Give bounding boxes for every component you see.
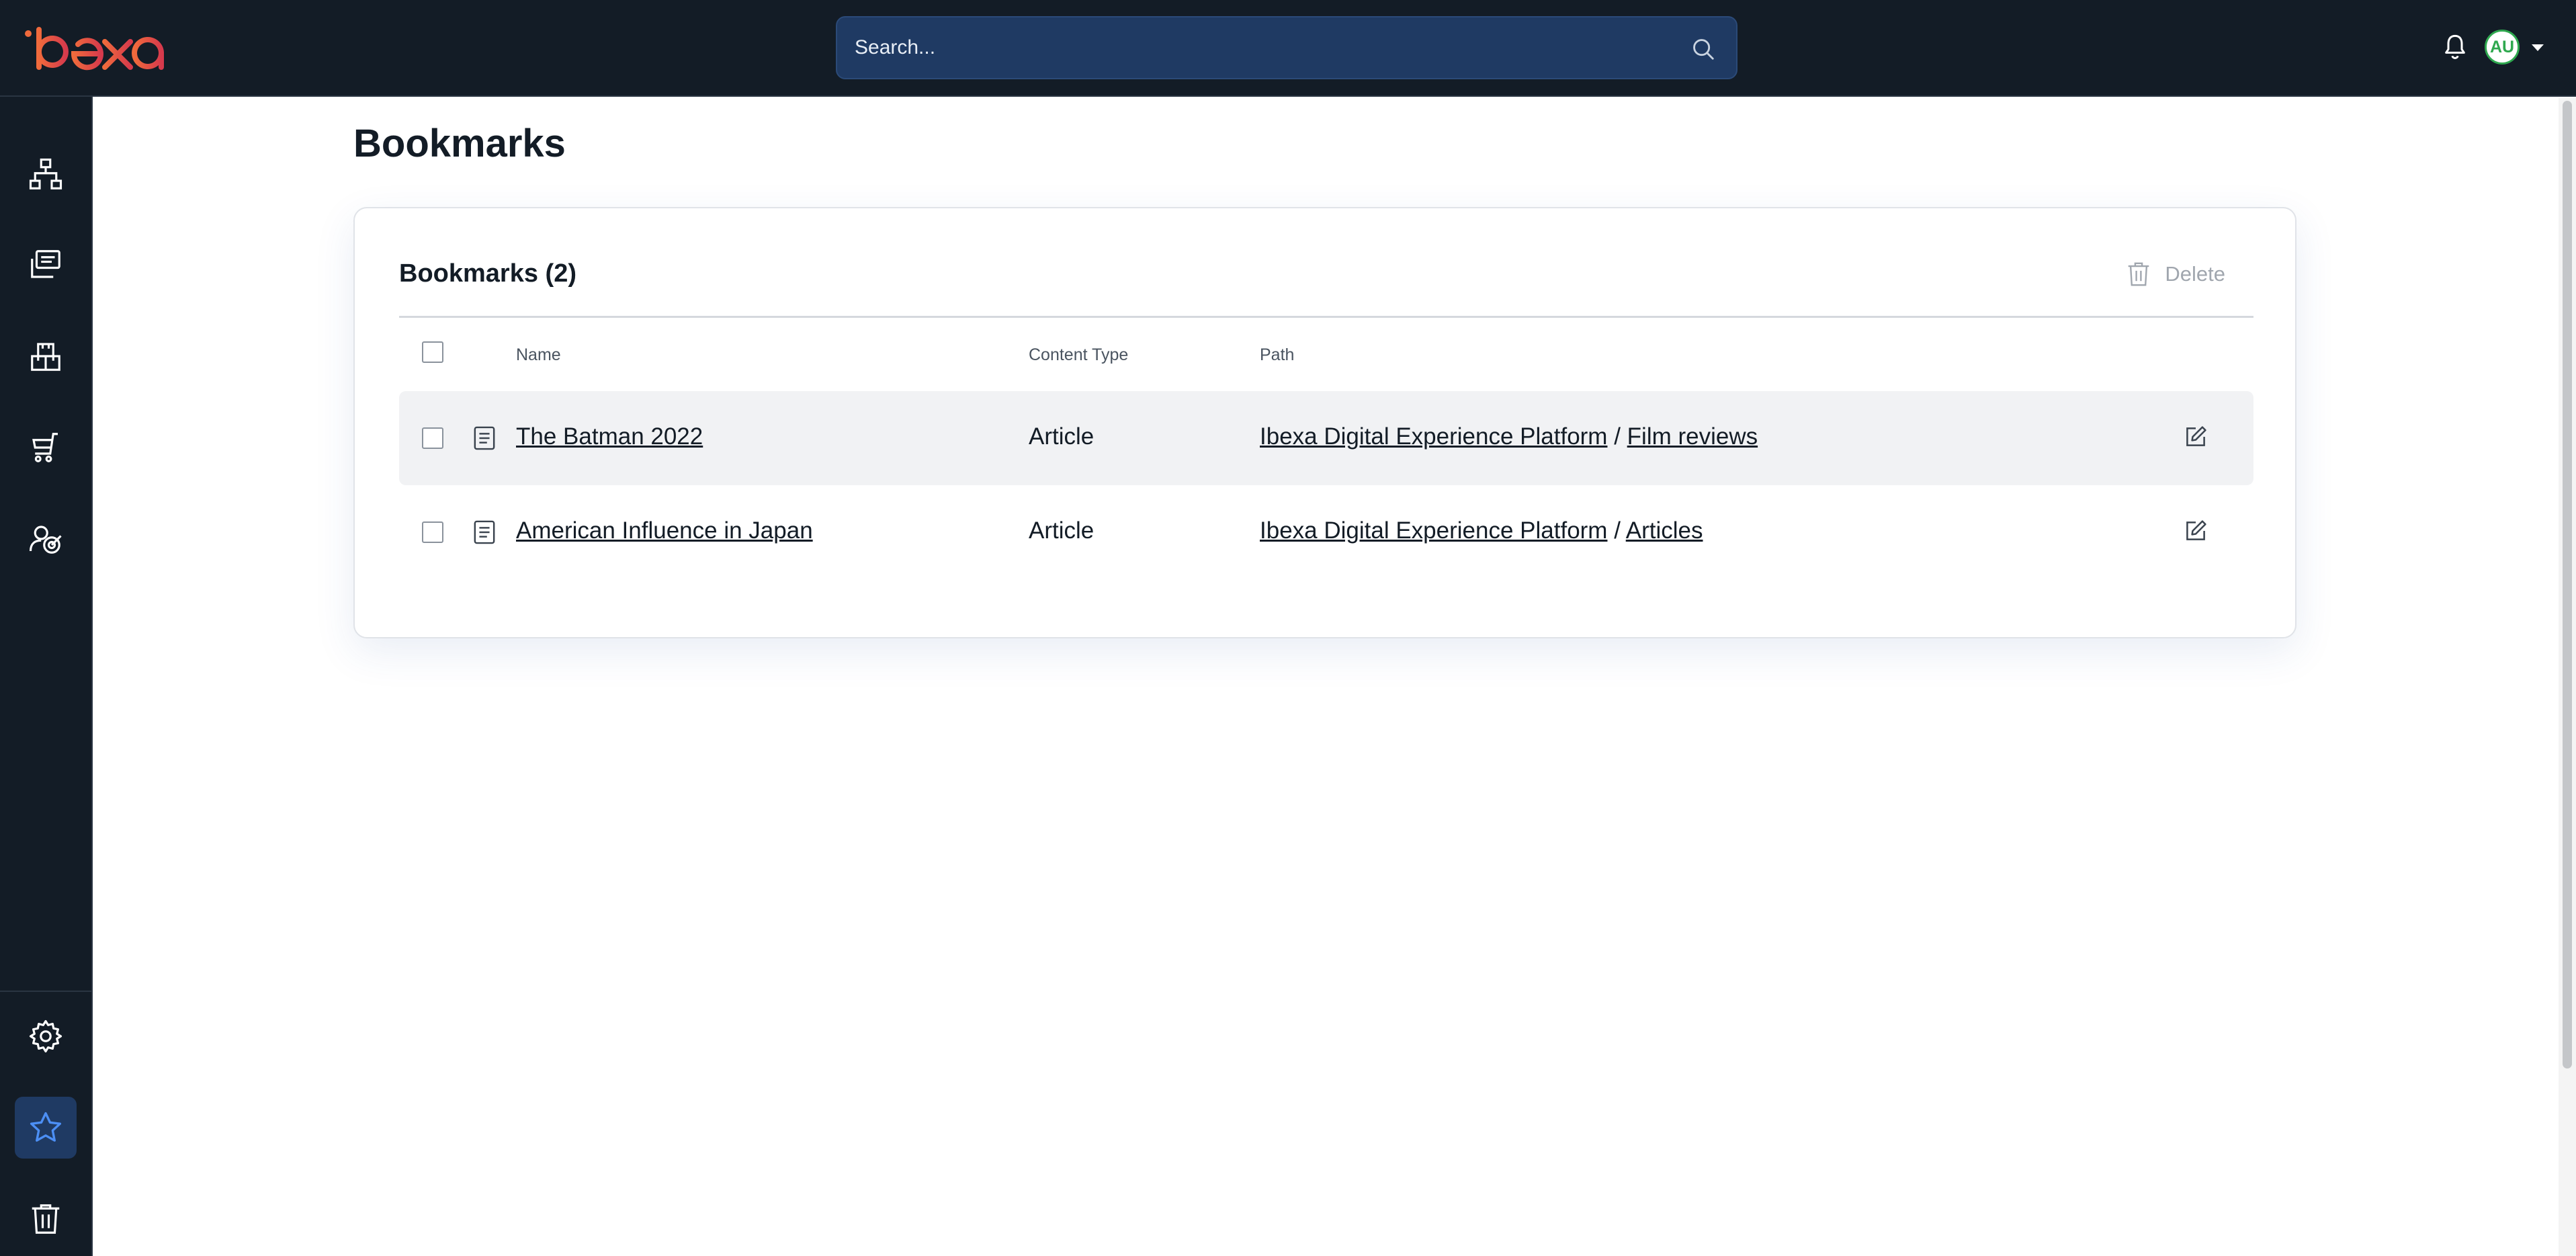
article-icon bbox=[474, 426, 495, 450]
content-tree-icon bbox=[29, 158, 62, 190]
column-header-path[interactable]: Path bbox=[1260, 345, 1294, 365]
gear-icon bbox=[29, 1019, 62, 1053]
sidebar-divider bbox=[0, 991, 91, 992]
path-cell: Ibexa Digital Experience Platform / Arti… bbox=[1260, 517, 1703, 544]
bookmarks-card-title: Bookmarks (2) bbox=[399, 259, 576, 288]
path-separator: / bbox=[1614, 423, 1621, 450]
sidebar-item-content[interactable] bbox=[15, 234, 77, 296]
chevron-down-icon[interactable] bbox=[2532, 44, 2544, 51]
delete-button[interactable]: Delete bbox=[2127, 257, 2225, 292]
sidebar bbox=[0, 97, 93, 1256]
bell-icon[interactable] bbox=[2442, 32, 2468, 62]
sidebar-item-personalization[interactable] bbox=[15, 508, 77, 570]
delete-button-label: Delete bbox=[2165, 262, 2225, 286]
column-header-name[interactable]: Name bbox=[516, 345, 561, 365]
sidebar-item-trash[interactable] bbox=[15, 1188, 77, 1250]
row-checkbox[interactable] bbox=[422, 521, 443, 543]
bookmark-name-link[interactable]: The Batman 2022 bbox=[516, 423, 703, 450]
path-link[interactable]: Ibexa Digital Experience Platform bbox=[1260, 517, 1607, 544]
trash-icon bbox=[2129, 262, 2149, 286]
edit-icon[interactable] bbox=[2184, 519, 2208, 543]
search-icon[interactable] bbox=[1690, 36, 1716, 62]
content-icon bbox=[31, 250, 60, 278]
select-all-checkbox[interactable] bbox=[422, 341, 443, 363]
sidebar-item-bookmarks[interactable] bbox=[15, 1097, 77, 1159]
sidebar-item-product-catalog[interactable] bbox=[15, 325, 77, 387]
target-icon bbox=[29, 526, 62, 554]
path-link[interactable]: Ibexa Digital Experience Platform bbox=[1260, 423, 1607, 450]
trash-icon bbox=[32, 1204, 60, 1234]
content-type-cell: Article bbox=[1029, 517, 1094, 544]
path-cell: Ibexa Digital Experience Platform / Film… bbox=[1260, 423, 1758, 450]
search-bar[interactable] bbox=[836, 16, 1737, 79]
ibexa-logo[interactable] bbox=[23, 24, 181, 73]
path-link[interactable]: Film reviews bbox=[1627, 423, 1758, 450]
path-separator: / bbox=[1614, 517, 1621, 544]
sidebar-item-content-structure[interactable] bbox=[15, 144, 77, 206]
card-divider bbox=[399, 316, 2253, 318]
table-row[interactable]: American Influence in Japan Article Ibex… bbox=[399, 485, 2253, 579]
user-avatar[interactable]: AU bbox=[2485, 30, 2520, 65]
sidebar-item-admin[interactable] bbox=[15, 1005, 77, 1067]
scrollbar-thumb[interactable] bbox=[2563, 101, 2572, 1069]
page-title: Bookmarks bbox=[353, 122, 566, 165]
bookmarks-card: Bookmarks (2) Delete Name Content Type P… bbox=[353, 207, 2296, 638]
table-row[interactable]: The Batman 2022 Article Ibexa Digital Ex… bbox=[399, 391, 2253, 485]
article-icon bbox=[474, 520, 495, 544]
top-bar: AU bbox=[0, 0, 2576, 97]
product-catalog-icon bbox=[31, 343, 60, 371]
content-type-cell: Article bbox=[1029, 423, 1094, 450]
row-checkbox[interactable] bbox=[422, 427, 443, 449]
path-link[interactable]: Articles bbox=[1626, 517, 1703, 544]
star-icon bbox=[30, 1112, 62, 1142]
sidebar-item-commerce[interactable] bbox=[15, 417, 77, 478]
cart-icon bbox=[32, 433, 58, 462]
edit-icon[interactable] bbox=[2184, 425, 2208, 449]
column-header-content-type[interactable]: Content Type bbox=[1029, 345, 1128, 365]
page-scrollbar[interactable] bbox=[2559, 98, 2576, 1256]
search-input[interactable] bbox=[855, 17, 1661, 78]
bookmark-name-link[interactable]: American Influence in Japan bbox=[516, 517, 813, 544]
